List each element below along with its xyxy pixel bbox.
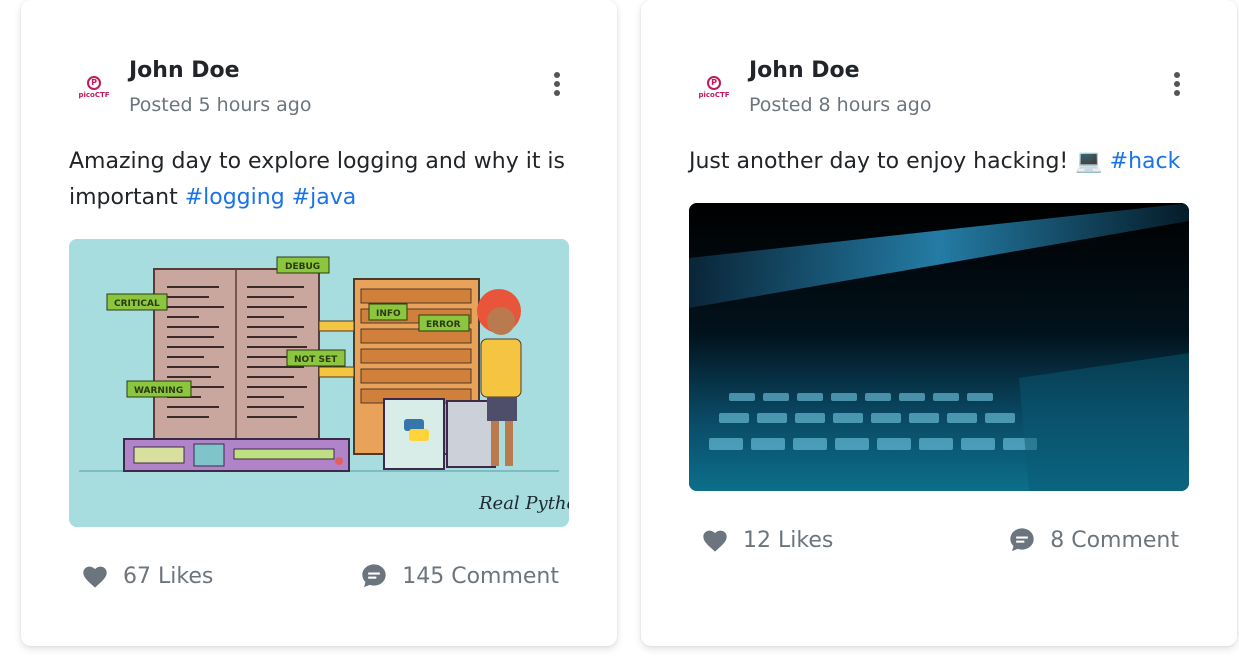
keyboard-photo	[689, 203, 1189, 491]
picoctf-logo-icon: P	[707, 75, 721, 90]
avatar[interactable]: P picoCTF	[697, 70, 731, 104]
likes-count: 67 Likes	[123, 563, 214, 589]
comment-bubble-icon	[1010, 528, 1034, 552]
post-actions: 67 Likes 145 Comment	[81, 556, 559, 596]
hashtag-hack[interactable]: #hack	[1110, 149, 1181, 174]
kebab-menu-icon[interactable]	[1169, 70, 1185, 100]
author-name[interactable]: John Doe	[129, 58, 240, 83]
heart-icon	[703, 530, 727, 552]
hashtag-java[interactable]: #java	[292, 185, 357, 210]
kebab-menu-icon[interactable]	[549, 70, 565, 100]
author-name[interactable]: John Doe	[749, 58, 860, 83]
post-actions: 12 Likes 8 Comment	[701, 520, 1179, 560]
comment-button[interactable]: 8 Comment	[1008, 520, 1179, 560]
post-text: Amazing day to explore logging and why i…	[69, 144, 569, 216]
likes-count: 12 Likes	[743, 527, 834, 553]
label-debug: DEBUG	[285, 262, 320, 272]
avatar-brand: picoCTF	[698, 90, 730, 99]
post-feed: P picoCTF John Doe Posted 5 hours ago Am…	[0, 0, 1239, 670]
label-critical: CRITICAL	[114, 299, 160, 309]
avatar[interactable]: P picoCTF	[77, 70, 111, 104]
post-header: P picoCTF John Doe Posted 5 hours ago	[77, 58, 561, 122]
comments-count: 8 Comment	[1050, 527, 1179, 553]
comment-button[interactable]: 145 Comment	[360, 556, 559, 596]
like-button[interactable]: 12 Likes	[701, 520, 833, 560]
comment-bubble-icon	[362, 564, 386, 588]
label-warning: WARNING	[134, 386, 183, 396]
hashtag-logging[interactable]: #logging	[185, 185, 285, 210]
label-error: ERROR	[426, 320, 461, 330]
post-timestamp: Posted 8 hours ago	[749, 94, 932, 116]
post-image-keyboard-photo[interactable]	[689, 203, 1189, 491]
comments-count: 145 Comment	[402, 563, 559, 589]
post-text: Just another day to enjoy hacking! 💻 #ha…	[689, 144, 1189, 180]
post-card: P picoCTF John Doe Posted 5 hours ago Am…	[21, 0, 617, 646]
label-not-set: NOT SET	[294, 355, 338, 365]
heart-icon	[83, 566, 107, 588]
post-card: P picoCTF John Doe Posted 8 hours ago Ju…	[641, 0, 1237, 646]
post-timestamp: Posted 5 hours ago	[129, 94, 312, 116]
like-button[interactable]: 67 Likes	[81, 556, 213, 596]
watermark-real-python: Real Python	[478, 493, 569, 514]
post-header: P picoCTF John Doe Posted 8 hours ago	[697, 58, 1181, 122]
post-image-logging-illustration[interactable]: DEBUG CRITICAL INFO ERROR NOT SET WARNIN…	[69, 239, 569, 527]
post-body: Just another day to enjoy hacking! 💻	[689, 149, 1103, 174]
logging-illustration: DEBUG CRITICAL INFO ERROR NOT SET WARNIN…	[69, 239, 569, 527]
label-info: INFO	[376, 309, 401, 319]
avatar-brand: picoCTF	[78, 90, 110, 99]
picoctf-logo-icon: P	[87, 75, 101, 90]
